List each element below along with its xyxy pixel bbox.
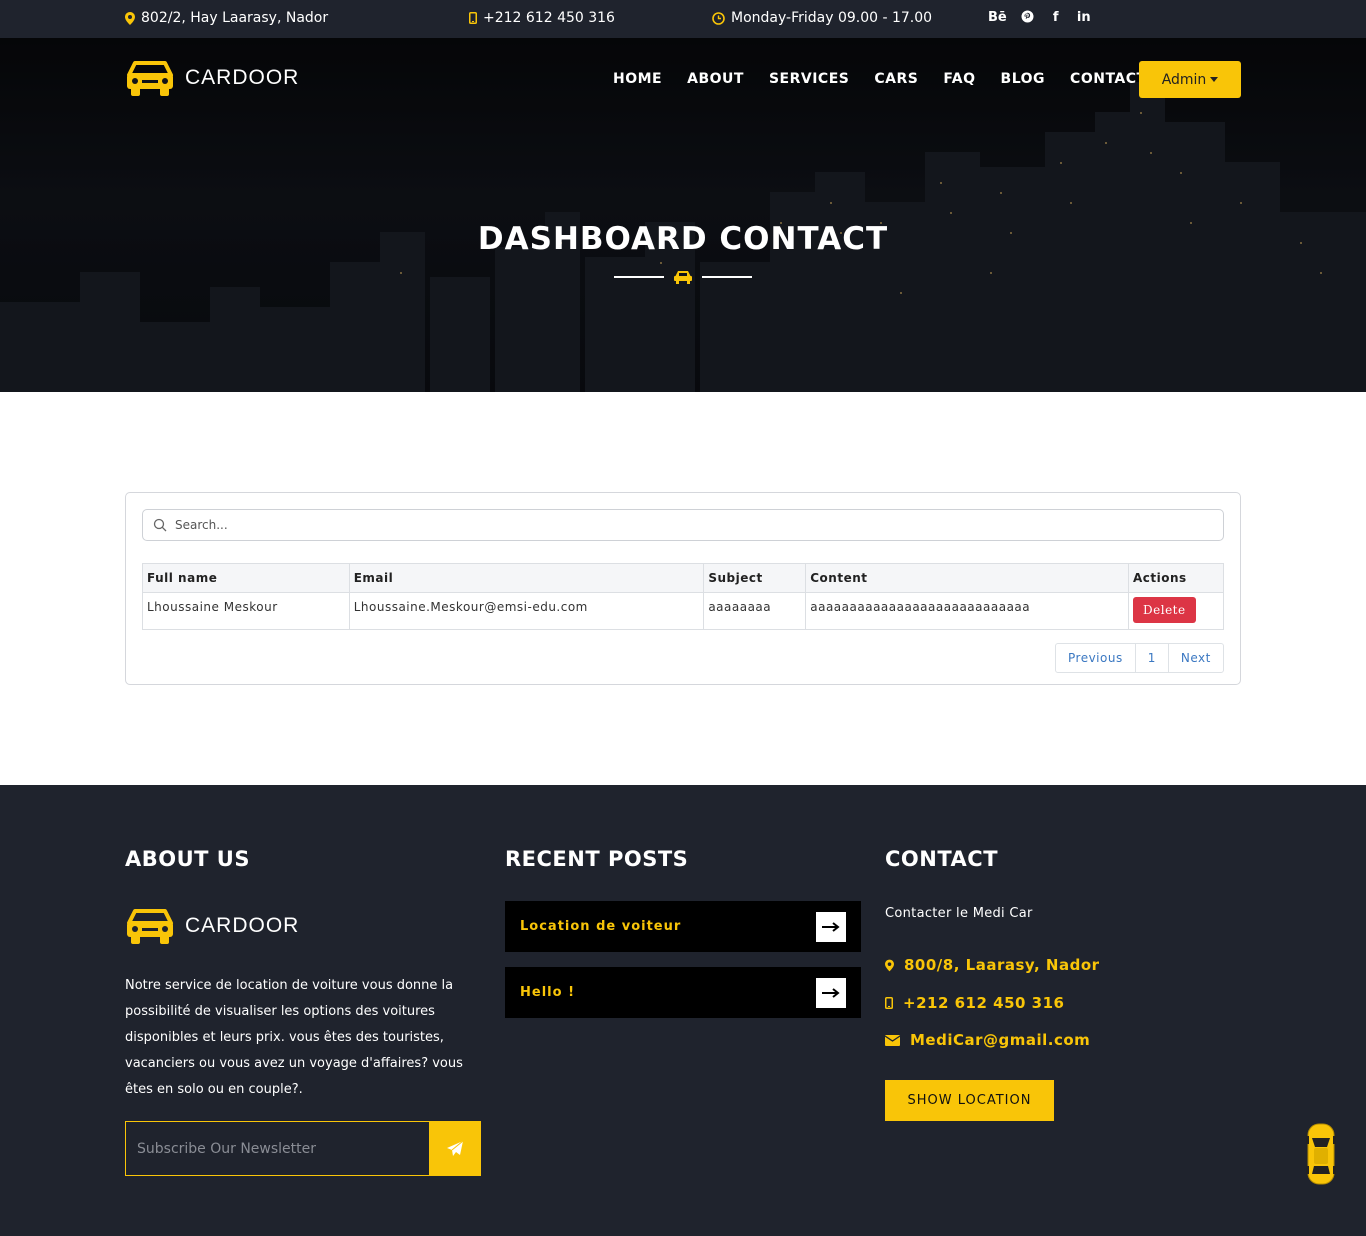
behance-icon[interactable]: Bē bbox=[988, 10, 1007, 27]
contact-address: 800/8, Laarasy, Nador bbox=[885, 956, 1100, 974]
pinterest-icon[interactable] bbox=[1021, 10, 1035, 27]
title-divider bbox=[614, 270, 752, 284]
cell-subject: aaaaaaaa bbox=[703, 592, 807, 630]
nav-about[interactable]: ABOUT bbox=[687, 71, 744, 87]
footer-about-heading: ABOUT US bbox=[125, 847, 250, 871]
footer-recent-posts-heading: RECENT POSTS bbox=[505, 847, 689, 871]
nav-contact[interactable]: CONTACT bbox=[1070, 71, 1147, 87]
paper-plane-icon bbox=[446, 1140, 463, 1156]
newsletter-form bbox=[125, 1121, 481, 1176]
contact-phone: +212 612 450 316 bbox=[885, 994, 1064, 1012]
pagination-next[interactable]: Next bbox=[1169, 644, 1223, 672]
top-info-bar: 802/2, Hay Laarasy, Nador +212 612 450 3… bbox=[0, 0, 1366, 38]
cell-full-name: Lhoussaine Meskour bbox=[142, 592, 350, 630]
column-header-actions: Actions bbox=[1128, 563, 1224, 593]
brand-name: CARDOOR bbox=[185, 66, 300, 89]
mobile-phone-icon bbox=[469, 12, 477, 24]
recent-post-item[interactable]: Hello ! bbox=[505, 967, 861, 1018]
footer-logo[interactable]: CARDOOR bbox=[125, 907, 299, 945]
pagination-previous[interactable]: Previous bbox=[1056, 644, 1136, 672]
contact-subtitle: Contacter le Medi Car bbox=[885, 906, 1033, 921]
page-title: DASHBOARD CONTACT bbox=[477, 221, 889, 257]
search-icon bbox=[153, 518, 167, 532]
about-description: Notre service de location de voiture vou… bbox=[125, 978, 463, 1097]
column-header-full-name[interactable]: Full name bbox=[142, 563, 350, 593]
recent-post-item[interactable]: Location de voiteur bbox=[505, 901, 861, 952]
caret-down-icon bbox=[1210, 77, 1219, 82]
map-marker-icon bbox=[125, 11, 135, 25]
clock-icon bbox=[712, 11, 725, 25]
pagination-page-1[interactable]: 1 bbox=[1136, 644, 1169, 672]
column-header-email[interactable]: Email bbox=[348, 563, 705, 593]
back-to-top-car-icon[interactable] bbox=[1305, 1122, 1337, 1190]
envelope-icon bbox=[885, 1034, 900, 1046]
table-header-row: Full name Email Subject Content Actions bbox=[142, 563, 1224, 593]
show-location-button[interactable]: SHOW LOCATION bbox=[885, 1080, 1054, 1121]
delete-button[interactable]: Delete bbox=[1133, 597, 1196, 623]
cell-content: aaaaaaaaaaaaaaaaaaaaaaaaaaaa bbox=[805, 592, 1130, 630]
nav-services[interactable]: SERVICES bbox=[769, 71, 849, 87]
facebook-icon[interactable]: f bbox=[1049, 10, 1063, 27]
nav-blog[interactable]: BLOG bbox=[1001, 71, 1046, 87]
topbar-hours: Monday-Friday 09.00 - 17.00 bbox=[712, 10, 932, 26]
search-box bbox=[142, 509, 1224, 541]
cell-email: Lhoussaine.Meskour@emsi-edu.com bbox=[348, 592, 705, 630]
car-logo-icon bbox=[127, 61, 173, 96]
car-logo-icon bbox=[127, 909, 173, 944]
recent-post-title: Location de voiteur bbox=[520, 919, 682, 934]
topbar-phone-text: +212 612 450 316 bbox=[483, 10, 615, 26]
topbar-address-text: 802/2, Hay Laarasy, Nador bbox=[141, 10, 329, 26]
map-marker-icon bbox=[885, 959, 894, 971]
nav-faq[interactable]: FAQ bbox=[943, 71, 975, 87]
admin-dropdown-button[interactable]: Admin bbox=[1139, 61, 1241, 98]
main-nav: HOME ABOUT SERVICES CARS FAQ BLOG CONTAC… bbox=[613, 71, 1172, 87]
arrow-right-icon bbox=[816, 911, 846, 942]
newsletter-submit-button[interactable] bbox=[429, 1122, 480, 1175]
topbar-hours-text: Monday-Friday 09.00 - 17.00 bbox=[731, 10, 933, 26]
contact-phone-text: +212 612 450 316 bbox=[903, 994, 1065, 1012]
contacts-table: Full name Email Subject Content Actions … bbox=[142, 563, 1224, 630]
table-row: Lhoussaine Meskour Lhoussaine.Meskour@em… bbox=[142, 592, 1224, 630]
taxi-icon bbox=[674, 271, 692, 284]
footer-brand-name: CARDOOR bbox=[185, 914, 300, 937]
mobile-phone-icon bbox=[885, 997, 893, 1009]
site-logo[interactable]: CARDOOR bbox=[125, 59, 299, 97]
arrow-right-icon bbox=[816, 977, 846, 1008]
cell-actions: Delete bbox=[1128, 592, 1224, 630]
contact-address-text: 800/8, Laarasy, Nador bbox=[904, 956, 1100, 974]
contact-email-text[interactable]: MediCar@gmail.com bbox=[910, 1031, 1090, 1049]
hero-banner: CARDOOR HOME ABOUT SERVICES CARS FAQ BLO… bbox=[0, 38, 1366, 392]
newsletter-email-input[interactable] bbox=[126, 1122, 429, 1175]
social-links: Bē f in bbox=[988, 10, 1091, 27]
contact-email: MediCar@gmail.com bbox=[885, 1031, 1090, 1049]
site-footer: ABOUT US CARDOOR Notre service de locati… bbox=[0, 785, 1366, 1236]
search-input[interactable] bbox=[175, 516, 1215, 534]
pagination: Previous 1 Next bbox=[1055, 643, 1224, 673]
column-header-content[interactable]: Content bbox=[805, 563, 1130, 593]
divider-line-right bbox=[702, 276, 752, 278]
recent-post-title: Hello ! bbox=[520, 985, 575, 1000]
linkedin-icon[interactable]: in bbox=[1077, 10, 1091, 27]
topbar-address: 802/2, Hay Laarasy, Nador bbox=[125, 10, 328, 26]
contacts-table-card: Full name Email Subject Content Actions … bbox=[125, 492, 1241, 685]
topbar-phone: +212 612 450 316 bbox=[469, 10, 615, 26]
divider-line-left bbox=[614, 276, 664, 278]
admin-label: Admin bbox=[1161, 71, 1207, 88]
footer-contact-heading: CONTACT bbox=[885, 847, 999, 871]
nav-home[interactable]: HOME bbox=[613, 71, 662, 87]
column-header-subject[interactable]: Subject bbox=[703, 563, 807, 593]
nav-cars[interactable]: CARS bbox=[874, 71, 918, 87]
